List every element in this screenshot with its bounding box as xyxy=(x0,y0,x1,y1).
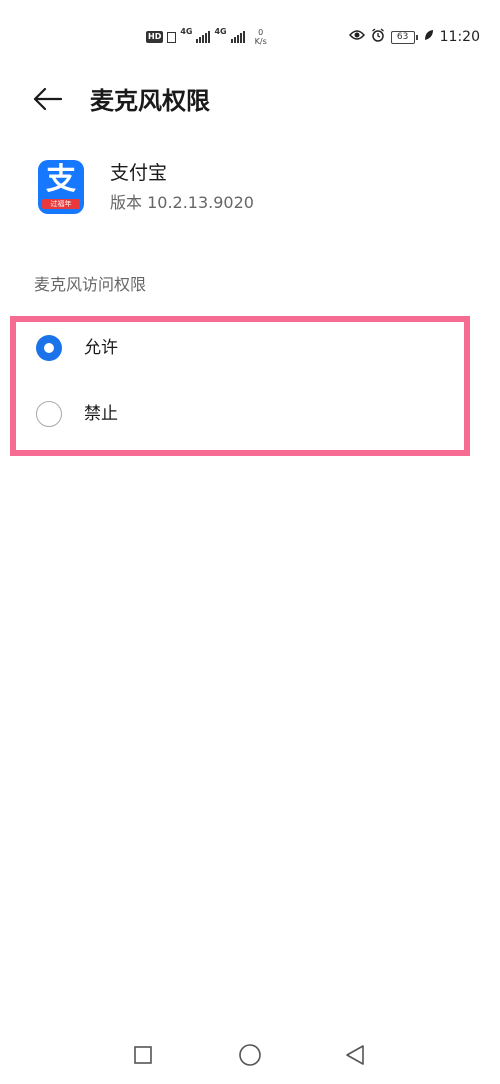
section-label: 麦克风访问权限 xyxy=(34,275,147,294)
hd-badge: HD xyxy=(146,31,164,43)
app-icon-ribbon: 过福年 xyxy=(42,199,80,209)
square-icon xyxy=(133,1045,153,1069)
app-info: 支 过福年 支付宝 版本 10.2.13.9020 xyxy=(38,160,470,220)
option-allow-label: 允许 xyxy=(84,338,118,358)
radio-allow[interactable] xyxy=(36,335,62,361)
sim-icon xyxy=(167,31,177,43)
app-icon: 支 过福年 xyxy=(38,160,84,214)
battery-icon: 63 xyxy=(390,30,418,44)
status-left: HD 4G 4G 0 K/s xyxy=(146,26,267,48)
status-time: 11:20 xyxy=(439,29,480,45)
header: 麦克风权限 xyxy=(0,78,500,124)
home-button[interactable] xyxy=(235,1042,265,1072)
option-deny-label: 禁止 xyxy=(84,404,118,424)
option-deny[interactable]: 禁止 xyxy=(16,390,464,440)
recent-apps-button[interactable] xyxy=(128,1042,158,1072)
app-version: 版本 10.2.13.9020 xyxy=(110,193,254,212)
app-icon-glyph: 支 xyxy=(46,162,76,197)
speed-unit: K/s xyxy=(254,37,267,46)
alarm-icon xyxy=(371,28,385,46)
back-button[interactable] xyxy=(30,84,66,118)
nav-back-button[interactable] xyxy=(340,1042,370,1072)
leaf-icon xyxy=(424,29,434,45)
back-arrow-icon xyxy=(33,87,63,115)
circle-icon xyxy=(238,1043,262,1071)
radio-deny[interactable] xyxy=(36,401,62,427)
permission-options: 允许 禁止 xyxy=(10,316,470,456)
status-bar: HD 4G 4G 0 K/s 63 11:20 xyxy=(0,0,500,72)
battery-level: 63 xyxy=(390,30,415,44)
triangle-back-icon xyxy=(345,1044,365,1070)
network-speed: 0 K/s xyxy=(255,28,267,46)
app-name: 支付宝 xyxy=(110,162,168,184)
network-label-2: 4G xyxy=(214,27,227,36)
eye-icon xyxy=(348,29,365,45)
network-label-1: 4G xyxy=(180,27,193,36)
speed-value: 0 xyxy=(258,28,264,37)
nav-bar xyxy=(0,1024,500,1084)
option-allow[interactable]: 允许 xyxy=(16,324,464,374)
status-right: 63 11:20 xyxy=(348,26,480,48)
signal-icon xyxy=(230,31,245,43)
page-title: 麦克风权限 xyxy=(90,87,210,115)
signal-icon xyxy=(196,31,211,43)
